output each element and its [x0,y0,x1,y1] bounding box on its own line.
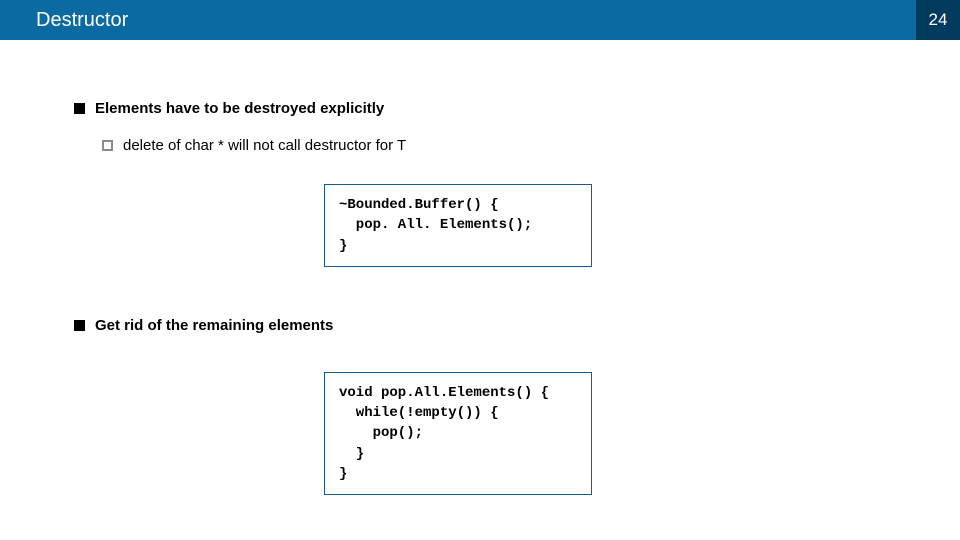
bullet-square-hollow-icon [102,140,113,151]
bullet-text: Get rid of the remaining elements [95,317,333,334]
code-block-popall: void pop.All.Elements() { while(!empty()… [324,372,592,495]
bullet-level1: Elements have to be destroyed explicitly [74,100,886,117]
slide-content: Elements have to be destroyed explicitly… [0,40,960,535]
bullet-level2: delete of char * will not call destructo… [102,137,886,154]
code-block-destructor: ~Bounded.Buffer() { pop. All. Elements()… [324,184,592,267]
page-number: 24 [916,0,960,40]
bullet-text: delete of char * will not call destructo… [123,137,406,154]
bullet-square-icon [74,103,85,114]
slide-header: Destructor 24 [0,0,960,40]
slide-title: Destructor [0,0,916,40]
bullet-text: Elements have to be destroyed explicitly [95,100,384,117]
bullet-square-icon [74,320,85,331]
bullet-level1: Get rid of the remaining elements [74,317,886,334]
